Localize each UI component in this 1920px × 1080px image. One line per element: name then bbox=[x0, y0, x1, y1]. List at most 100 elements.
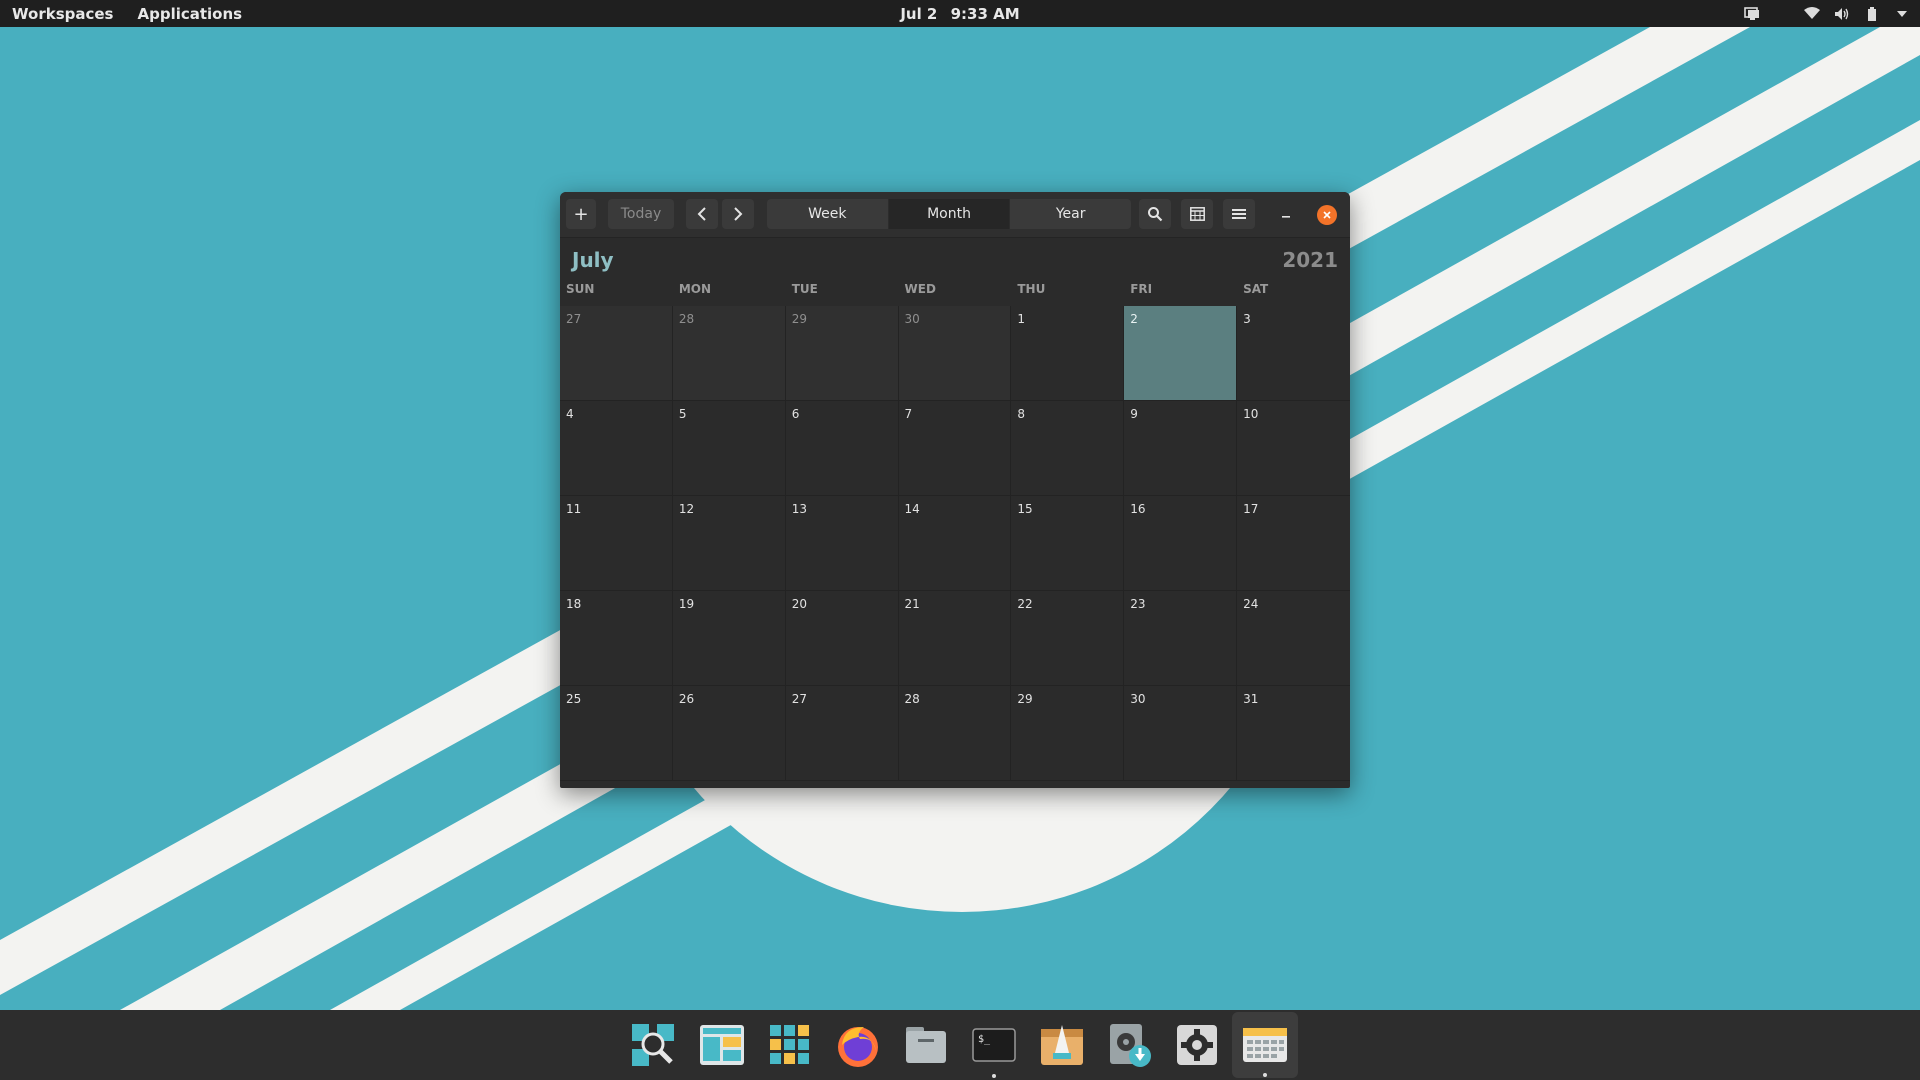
weekday-label: TUE bbox=[791, 282, 818, 296]
tab-month[interactable]: Month bbox=[888, 199, 1011, 229]
day-cell[interactable]: 13 bbox=[785, 496, 899, 591]
firefox-icon[interactable] bbox=[831, 1018, 885, 1072]
app-grid-icon[interactable] bbox=[763, 1018, 817, 1072]
day-number: 1 bbox=[1017, 312, 1026, 326]
add-event-button[interactable]: + bbox=[566, 199, 596, 229]
day-number: 4 bbox=[566, 407, 574, 421]
day-cell[interactable]: 30 bbox=[1124, 686, 1238, 781]
workspaces-button[interactable]: Workspaces bbox=[0, 5, 125, 23]
day-cell[interactable]: 15 bbox=[1011, 496, 1125, 591]
weekday-label: FRI bbox=[1130, 282, 1153, 296]
day-number: 20 bbox=[791, 597, 807, 611]
hamburger-menu-icon bbox=[1232, 209, 1246, 219]
tab-week[interactable]: Week bbox=[767, 199, 889, 229]
close-button[interactable] bbox=[1317, 205, 1337, 225]
day-cell[interactable]: 31 bbox=[1237, 686, 1350, 781]
day-cell[interactable]: 1 bbox=[1011, 306, 1125, 401]
day-cell[interactable]: 23 bbox=[1124, 591, 1238, 686]
day-cell[interactable]: 20 bbox=[785, 591, 899, 686]
calendar-icon[interactable] bbox=[1232, 1012, 1298, 1078]
day-number: 24 bbox=[1243, 597, 1259, 611]
day-cell[interactable]: 29 bbox=[785, 306, 899, 401]
applications-button[interactable]: Applications bbox=[125, 5, 254, 23]
day-number: 16 bbox=[1130, 502, 1146, 516]
day-number: 31 bbox=[1243, 692, 1259, 706]
tab-year[interactable]: Year bbox=[1010, 199, 1131, 229]
day-cell[interactable]: 12 bbox=[672, 496, 786, 591]
day-number: 30 bbox=[1130, 692, 1146, 706]
day-cell[interactable]: 3 bbox=[1237, 306, 1350, 401]
volume-icon[interactable] bbox=[1834, 6, 1850, 22]
weekday-label: SAT bbox=[1243, 282, 1269, 296]
day-cell[interactable]: 14 bbox=[898, 496, 1012, 591]
calendar-management-button[interactable] bbox=[1181, 199, 1213, 229]
terminal-icon[interactable]: $_ bbox=[967, 1018, 1021, 1078]
day-number: 29 bbox=[791, 312, 807, 326]
chevron-down-icon[interactable] bbox=[1894, 6, 1910, 22]
day-number: 25 bbox=[566, 692, 582, 706]
day-cell[interactable]: 25 bbox=[560, 686, 673, 781]
day-number: 8 bbox=[1017, 407, 1026, 421]
day-number: 26 bbox=[678, 692, 695, 706]
day-cell[interactable]: 18 bbox=[560, 591, 673, 686]
day-cell[interactable]: 8 bbox=[1011, 401, 1125, 496]
month-name: July bbox=[572, 248, 614, 272]
day-cell[interactable]: 29 bbox=[1011, 686, 1125, 781]
clock-time: 9:33 AM bbox=[950, 4, 1020, 23]
day-cell[interactable]: 9 bbox=[1124, 401, 1238, 496]
day-number: 12 bbox=[678, 502, 695, 516]
month-grid: 27 28 29 30 1 2 3 4 5 6 7 8 9 10 11 12 13 14 15 16 17 18 19 20 2… bbox=[560, 306, 1350, 781]
day-number: 13 bbox=[791, 502, 807, 516]
day-cell[interactable]: 11 bbox=[560, 496, 673, 591]
day-cell[interactable]: 6 bbox=[785, 401, 899, 496]
day-cell-today[interactable]: 2 bbox=[1124, 306, 1238, 401]
battery-icon[interactable] bbox=[1864, 6, 1880, 22]
day-cell[interactable]: 4 bbox=[560, 401, 673, 496]
day-cell[interactable]: 30 bbox=[898, 306, 1012, 401]
display-icon[interactable] bbox=[1744, 6, 1760, 22]
day-cell[interactable]: 17 bbox=[1237, 496, 1350, 591]
day-number: 7 bbox=[904, 407, 913, 421]
minimize-button[interactable] bbox=[1271, 199, 1301, 229]
day-cell[interactable]: 24 bbox=[1237, 591, 1350, 686]
running-indicator bbox=[992, 1074, 996, 1078]
weekday-label: WED bbox=[904, 282, 936, 296]
day-cell[interactable]: 19 bbox=[672, 591, 786, 686]
day-cell[interactable]: 10 bbox=[1237, 401, 1350, 496]
day-cell[interactable]: 26 bbox=[672, 686, 786, 781]
weekday-label: SUN bbox=[566, 282, 595, 296]
day-cell[interactable]: 16 bbox=[1124, 496, 1238, 591]
day-number: 18 bbox=[566, 597, 582, 611]
day-number: 6 bbox=[791, 407, 800, 421]
day-number: 2 bbox=[1130, 312, 1138, 326]
files-icon[interactable] bbox=[899, 1018, 953, 1072]
day-number: 28 bbox=[904, 692, 920, 706]
day-cell[interactable]: 7 bbox=[898, 401, 1012, 496]
top-panel: Workspaces Applications Jul 2 9:33 AM bbox=[0, 0, 1920, 27]
day-number: 9 bbox=[1130, 407, 1138, 421]
installer-icon[interactable] bbox=[1103, 1018, 1157, 1072]
wifi-icon[interactable] bbox=[1804, 6, 1820, 22]
day-cell[interactable]: 28 bbox=[898, 686, 1012, 781]
day-cell[interactable]: 28 bbox=[672, 306, 786, 401]
day-cell[interactable]: 21 bbox=[898, 591, 1012, 686]
day-cell[interactable]: 5 bbox=[672, 401, 786, 496]
day-cell[interactable]: 22 bbox=[1011, 591, 1125, 686]
day-number: 23 bbox=[1130, 597, 1146, 611]
search-app-icon[interactable] bbox=[626, 1018, 680, 1072]
previous-month-button[interactable] bbox=[686, 199, 718, 229]
multitasking-icon[interactable] bbox=[695, 1018, 749, 1072]
day-cell[interactable]: 27 bbox=[785, 686, 899, 781]
main-menu-button[interactable] bbox=[1223, 199, 1255, 229]
pop-shop-icon[interactable] bbox=[1035, 1018, 1089, 1072]
view-switcher: Week Month Year bbox=[767, 199, 1131, 229]
day-cell[interactable]: 27 bbox=[560, 306, 673, 401]
date-time-clock[interactable]: Jul 2 9:33 AM bbox=[896, 5, 1023, 23]
month-header: July 2021 bbox=[560, 238, 1350, 280]
next-month-button[interactable] bbox=[722, 199, 754, 229]
settings-icon[interactable] bbox=[1170, 1018, 1224, 1072]
weekday-header-row: SUN MON TUE WED THU FRI SAT bbox=[560, 280, 1350, 306]
search-button[interactable] bbox=[1139, 199, 1171, 229]
search-icon bbox=[1148, 207, 1163, 222]
today-button[interactable]: Today bbox=[608, 199, 674, 229]
